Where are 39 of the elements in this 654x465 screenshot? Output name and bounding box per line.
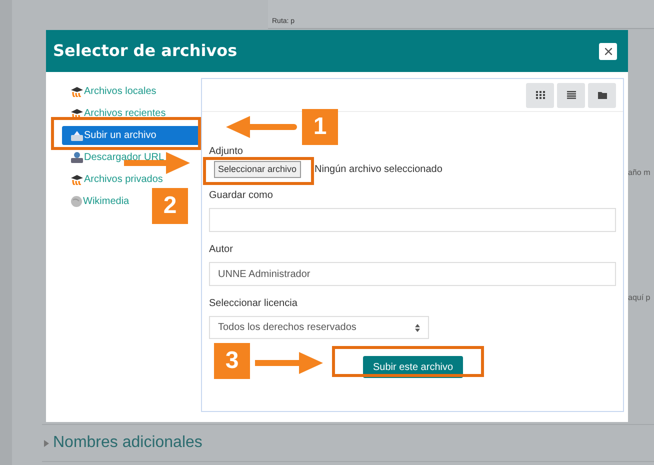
- section-title[interactable]: Nombres adicionales: [53, 431, 202, 455]
- left-arrow: [226, 116, 298, 138]
- repository-item[interactable]: Archivos recientes: [62, 104, 168, 123]
- background-text: aquí p: [628, 292, 650, 304]
- file-status: Ningún archivo seleccionado: [314, 163, 442, 177]
- close-icon: [604, 48, 612, 54]
- save-as-field[interactable]: [209, 208, 616, 232]
- dialog-title: Selector de archivos: [53, 40, 238, 62]
- repository-item[interactable]: Wikimedia: [62, 192, 132, 211]
- choose-file-button[interactable]: Seleccionar archivo: [214, 161, 301, 178]
- view-button[interactable]: [557, 82, 585, 108]
- grid-icon: [536, 91, 544, 99]
- license-select[interactable]: Todos los derechos reservados: [209, 316, 429, 339]
- mortarboard-icon: [71, 108, 83, 118]
- mortarboard-icon: [71, 174, 83, 184]
- download-icon: [71, 152, 83, 163]
- upload-icon: [71, 130, 83, 140]
- field-label: Autor: [209, 243, 234, 257]
- close-button[interactable]: [599, 42, 617, 60]
- select-arrows-icon: [415, 324, 420, 332]
- list-icon: [566, 91, 576, 99]
- repository-item[interactable]: Archivos privados: [62, 170, 165, 189]
- author-field[interactable]: UNNE Administrador: [209, 262, 616, 286]
- step-number-badge: 1: [302, 109, 338, 145]
- step-number-badge: 2: [152, 188, 188, 224]
- view-button[interactable]: [526, 82, 554, 108]
- field-label: Guardar como: [209, 189, 274, 203]
- globe-icon: [71, 196, 82, 207]
- view-button[interactable]: [588, 82, 616, 108]
- field-label: Seleccionar licencia: [209, 297, 298, 311]
- repository-item[interactable]: Subir un archivo: [62, 126, 201, 145]
- right-arrow: [255, 352, 323, 374]
- field-label: Adjunto: [209, 145, 244, 159]
- mortarboard-icon: [71, 86, 83, 96]
- repository-item[interactable]: Archivos locales: [62, 82, 158, 101]
- step-number-badge: 3: [214, 343, 250, 379]
- repository-item[interactable]: Descargador URL: [62, 148, 166, 167]
- background-text: año m: [628, 167, 650, 179]
- folder-icon: [598, 92, 606, 98]
